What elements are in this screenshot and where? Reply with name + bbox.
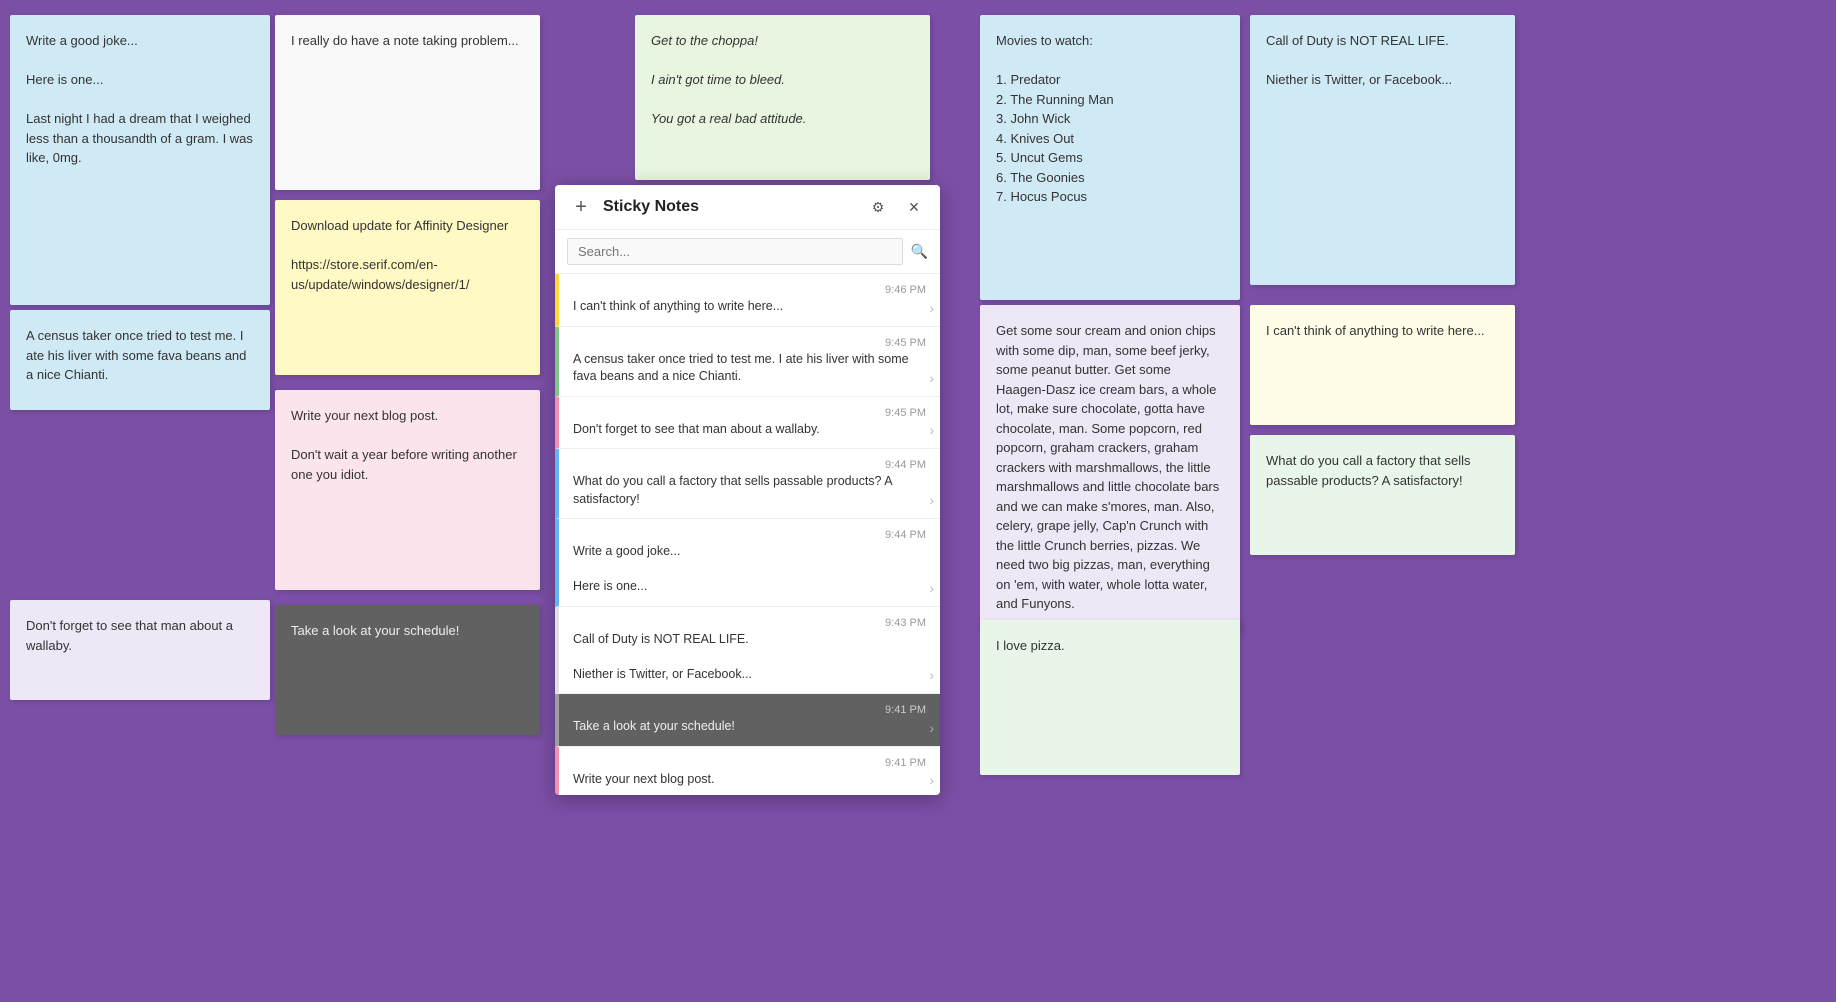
note-text: Write your next blog post.: [573, 771, 926, 789]
note-list-item[interactable]: 9:44 PM Write a good joke... Here is one…: [555, 519, 940, 607]
sticky-note-note5: Call of Duty is NOT REAL LIFE. Niether i…: [1250, 15, 1515, 285]
note-text: Take a look at your schedule!: [573, 718, 926, 736]
sticky-note-note2: I really do have a note taking problem..…: [275, 15, 540, 190]
sticky-note-note13: I love pizza.: [980, 620, 1240, 775]
notes-list: 9:46 PM I can't think of anything to wri…: [555, 274, 940, 795]
note-arrow-icon: ›: [929, 300, 934, 316]
sticky-note-note1: Write a good joke... Here is one... Last…: [10, 15, 270, 305]
note-time: 9:41 PM: [573, 704, 926, 716]
note-arrow-icon: ›: [929, 720, 934, 736]
sticky-note-note3: Get to the choppa! I ain't got time to b…: [635, 15, 930, 180]
note-arrow-icon: ›: [929, 370, 934, 386]
note-list-item[interactable]: 9:44 PM What do you call a factory that …: [555, 449, 940, 519]
note-arrow-icon: ›: [929, 667, 934, 683]
search-icon: 🔍: [911, 243, 928, 260]
search-bar: 🔍: [555, 230, 940, 274]
note-time: 9:43 PM: [573, 617, 926, 629]
note-list-item[interactable]: 9:43 PM Call of Duty is NOT REAL LIFE. N…: [555, 607, 940, 695]
note-list-item[interactable]: 9:46 PM I can't think of anything to wri…: [555, 274, 940, 327]
search-input[interactable]: [567, 238, 903, 265]
note-text: I can't think of anything to write here.…: [573, 298, 926, 316]
note-time: 9:45 PM: [573, 407, 926, 419]
sticky-note-note12: Take a look at your schedule!: [275, 605, 540, 735]
note-time: 9:46 PM: [573, 284, 926, 296]
sticky-note-note9: I can't think of anything to write here.…: [1250, 305, 1515, 425]
note-text: Call of Duty is NOT REAL LIFE. Niether i…: [573, 631, 926, 684]
note-list-item[interactable]: 9:45 PM Don't forget to see that man abo…: [555, 397, 940, 450]
note-text: A census taker once tried to test me. I …: [573, 351, 926, 386]
note-text: What do you call a factory that sells pa…: [573, 473, 926, 508]
note-time: 9:41 PM: [573, 757, 926, 769]
sticky-notes-app[interactable]: + Sticky Notes ⚙ ✕ 🔍 9:46 PM I can't thi…: [555, 185, 940, 795]
sticky-note-note11: Don't forget to see that man about a wal…: [10, 600, 270, 700]
close-button[interactable]: ✕: [900, 193, 928, 221]
note-arrow-icon: ›: [929, 772, 934, 788]
sticky-note-note8: Get some sour cream and onion chips with…: [980, 305, 1240, 630]
note-list-item[interactable]: 9:41 PM Take a look at your schedule! ›: [555, 694, 940, 747]
settings-button[interactable]: ⚙: [864, 193, 892, 221]
note-arrow-icon: ›: [929, 422, 934, 438]
note-time: 9:44 PM: [573, 459, 926, 471]
note-list-item[interactable]: 9:45 PM A census taker once tried to tes…: [555, 327, 940, 397]
sticky-note-note14: What do you call a factory that sells pa…: [1250, 435, 1515, 555]
sticky-note-note7: A census taker once tried to test me. I …: [10, 310, 270, 410]
note-time: 9:45 PM: [573, 337, 926, 349]
note-text: Don't forget to see that man about a wal…: [573, 421, 926, 439]
note-arrow-icon: ›: [929, 492, 934, 508]
app-titlebar: + Sticky Notes ⚙ ✕: [555, 185, 940, 230]
app-title: Sticky Notes: [603, 198, 856, 216]
note-text: Write a good joke... Here is one...: [573, 543, 926, 596]
note-arrow-icon: ›: [929, 580, 934, 596]
new-note-button[interactable]: +: [567, 193, 595, 221]
sticky-note-note4: Movies to watch: 1. Predator 2. The Runn…: [980, 15, 1240, 300]
sticky-note-note6: Download update for Affinity Designer ht…: [275, 200, 540, 375]
sticky-note-note10: Write your next blog post. Don't wait a …: [275, 390, 540, 590]
note-time: 9:44 PM: [573, 529, 926, 541]
note-list-item[interactable]: 9:41 PM Write your next blog post. ›: [555, 747, 940, 796]
